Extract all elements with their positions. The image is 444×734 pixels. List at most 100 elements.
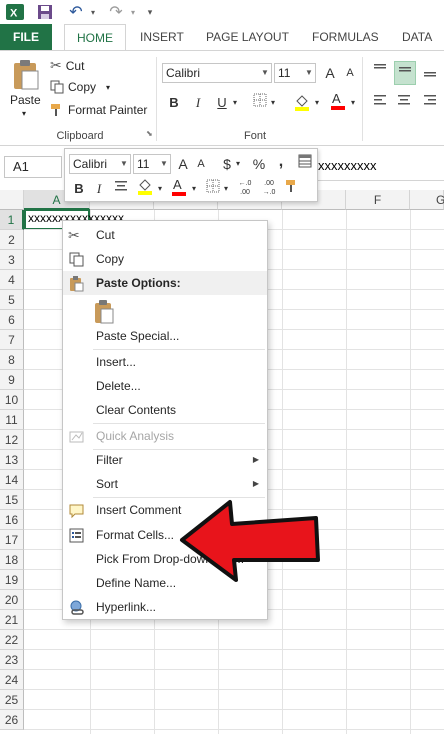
redo-dropdown-icon[interactable]: ▾ xyxy=(128,2,138,22)
mini-font-name-combo[interactable]: Calibri ▼ xyxy=(69,154,131,174)
tab-formulas[interactable]: FORMULAS xyxy=(304,24,387,50)
row-header[interactable]: 19 xyxy=(0,570,24,590)
mini-comma-button[interactable]: , xyxy=(271,152,291,172)
bold-button[interactable]: B xyxy=(164,93,184,113)
mini-increase-decimal-button[interactable]: ←.0 .00 xyxy=(235,179,255,199)
save-icon[interactable] xyxy=(36,2,54,22)
chevron-down-icon[interactable]: ▼ xyxy=(158,155,170,173)
font-size-combo[interactable]: 11 ▼ xyxy=(274,63,316,83)
chevron-down-icon[interactable]: ▾ xyxy=(230,93,240,113)
row-header[interactable]: 26 xyxy=(0,710,24,730)
tab-data[interactable]: DATA xyxy=(394,24,440,50)
row-header[interactable]: 17 xyxy=(0,530,24,550)
mini-italic-button[interactable]: I xyxy=(89,179,109,199)
row-header[interactable]: 6 xyxy=(0,310,24,330)
chevron-down-icon[interactable]: ▾ xyxy=(189,179,199,199)
copy-dropdown-icon[interactable]: ▾ xyxy=(106,83,110,92)
row-header[interactable]: 11 xyxy=(0,410,24,430)
clipboard-launcher-icon[interactable]: ⬊ xyxy=(146,129,153,138)
row-header[interactable]: 24 xyxy=(0,670,24,690)
row-header[interactable]: 18 xyxy=(0,550,24,570)
row-header[interactable]: 8 xyxy=(0,350,24,370)
chevron-down-icon[interactable]: ▼ xyxy=(259,64,271,82)
redo-icon[interactable]: ↷ xyxy=(106,2,126,22)
italic-button[interactable]: I xyxy=(188,93,208,113)
mini-fill-color-button[interactable] xyxy=(135,177,155,197)
column-header-g[interactable]: G xyxy=(410,190,444,210)
row-header[interactable]: 25 xyxy=(0,690,24,710)
paste-option-button[interactable] xyxy=(93,299,117,325)
align-bottom-button[interactable] xyxy=(420,63,440,83)
tab-home[interactable]: HOME xyxy=(64,24,126,51)
chevron-down-icon[interactable]: ▾ xyxy=(233,154,243,174)
mini-percent-button[interactable]: % xyxy=(249,154,269,174)
chevron-down-icon[interactable]: ▾ xyxy=(348,93,358,113)
mini-shrink-font-button[interactable]: A xyxy=(191,154,211,174)
align-center-button[interactable] xyxy=(394,93,414,113)
font-name-combo[interactable]: Calibri ▼ xyxy=(162,63,272,83)
chevron-down-icon[interactable]: ▾ xyxy=(268,93,278,113)
menu-item-insert[interactable]: Insert... xyxy=(63,350,267,374)
shrink-font-button[interactable]: A xyxy=(340,63,360,83)
formula-input[interactable]: xxxxxxxxx xyxy=(318,158,377,173)
format-painter-button[interactable]: Format Painter xyxy=(50,103,147,117)
row-header[interactable]: 22 xyxy=(0,630,24,650)
menu-item-delete[interactable]: Delete... xyxy=(63,374,267,398)
paste-button[interactable]: Paste ▾ xyxy=(8,55,44,123)
chevron-down-icon[interactable]: ▾ xyxy=(221,179,231,199)
menu-item-cut[interactable]: ✂ Cut xyxy=(63,223,267,247)
copy-button[interactable]: Copy ▾ xyxy=(50,80,110,94)
menu-item-copy[interactable]: Copy xyxy=(63,247,267,271)
mini-grow-font-button[interactable]: A xyxy=(173,154,193,174)
menu-item-hyperlink[interactable]: Hyperlink... xyxy=(63,595,267,619)
menu-item-paste-special[interactable]: Paste Special... xyxy=(63,324,267,348)
align-middle-button[interactable] xyxy=(394,61,416,85)
column-header-f[interactable]: F xyxy=(346,190,410,210)
row-header[interactable]: 12 xyxy=(0,430,24,450)
chevron-down-icon[interactable]: ▾ xyxy=(155,179,165,199)
align-top-button[interactable] xyxy=(370,63,390,83)
borders-button[interactable] xyxy=(250,93,270,113)
mini-font-size-combo[interactable]: 11 ▼ xyxy=(133,154,171,174)
mini-format-table-button[interactable] xyxy=(295,154,315,174)
undo-icon[interactable]: ↶ xyxy=(66,2,86,22)
row-header[interactable]: 5 xyxy=(0,290,24,310)
fill-color-button[interactable] xyxy=(292,93,312,113)
select-all-corner[interactable] xyxy=(0,190,24,210)
row-header[interactable]: 1 xyxy=(0,210,24,230)
chevron-down-icon[interactable]: ▼ xyxy=(303,64,315,82)
row-header[interactable]: 7 xyxy=(0,330,24,350)
row-header[interactable]: 9 xyxy=(0,370,24,390)
row-header[interactable]: 2 xyxy=(0,230,24,250)
row-header[interactable]: 3 xyxy=(0,250,24,270)
row-header[interactable]: 14 xyxy=(0,470,24,490)
row-header[interactable]: 10 xyxy=(0,390,24,410)
mini-align-center-button[interactable] xyxy=(111,179,131,199)
mini-borders-button[interactable] xyxy=(203,179,223,199)
paste-dropdown-icon[interactable]: ▾ xyxy=(22,109,26,118)
mini-format-painter-button[interactable] xyxy=(283,179,303,199)
menu-item-sort[interactable]: Sort ▶ xyxy=(63,472,267,496)
font-color-button[interactable]: A xyxy=(328,91,348,111)
mini-decrease-decimal-button[interactable]: .00 →.0 xyxy=(259,179,279,199)
menu-item-clear-contents[interactable]: Clear Contents xyxy=(63,398,267,422)
grow-font-button[interactable]: A xyxy=(320,63,340,83)
chevron-down-icon[interactable]: ▾ xyxy=(312,93,322,113)
cut-button[interactable]: ✂ Cut xyxy=(50,57,84,74)
menu-item-filter[interactable]: Filter ▶ xyxy=(63,448,267,472)
chevron-down-icon[interactable]: ▼ xyxy=(118,155,130,173)
align-right-button[interactable] xyxy=(420,93,440,113)
align-left-button[interactable] xyxy=(370,93,390,113)
mini-font-color-button[interactable]: A xyxy=(169,177,189,197)
tab-file[interactable]: FILE xyxy=(0,24,52,50)
tab-page-layout[interactable]: PAGE LAYOUT xyxy=(198,24,297,50)
row-header[interactable]: 16 xyxy=(0,510,24,530)
row-header[interactable]: 21 xyxy=(0,610,24,630)
mini-bold-button[interactable]: B xyxy=(69,179,89,199)
row-header[interactable]: 4 xyxy=(0,270,24,290)
customize-toolbar-icon[interactable]: ▾ xyxy=(144,2,156,22)
row-header[interactable]: 20 xyxy=(0,590,24,610)
name-box[interactable]: A1 xyxy=(4,156,62,178)
undo-dropdown-icon[interactable]: ▾ xyxy=(88,2,98,22)
row-header[interactable]: 13 xyxy=(0,450,24,470)
